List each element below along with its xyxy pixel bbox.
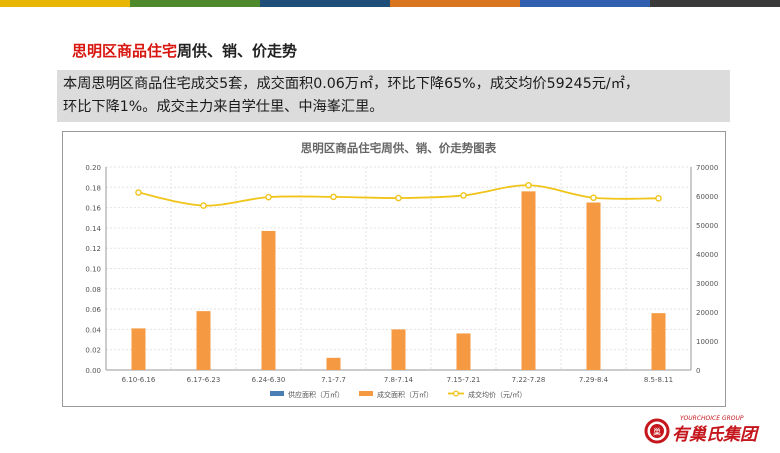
deal-area-bar [456,333,471,370]
deal-area-bar [391,329,406,370]
avg-price-point [200,202,207,209]
deal-area-bar [586,202,601,370]
deal-area-bar [261,230,276,370]
y-left-tick-label: 0.08 [85,286,101,294]
summary-line-1: 本周思明区商品住宅成交5套，成交面积0.06万㎡，环比下降65%，成交均价592… [63,76,640,92]
y-left-tick-label: 0.10 [85,266,101,274]
y-left-tick-label: 0.00 [85,367,101,375]
deal-area-bar [196,311,211,370]
legend-swatch-point [452,390,460,397]
y-right-tick-label: 60000 [696,193,718,201]
y-right-tick-label: 20000 [696,309,718,317]
legend-label-0: 供应面积（万㎡） [288,390,344,399]
heading-rest: 周供、销、价走势 [177,42,298,60]
avg-price-point [655,195,662,202]
legend-label-1: 成交面积（万㎡） [377,390,433,399]
x-tick-label: 6.10-6.16 [122,376,156,384]
y-right-tick-label: 40000 [696,251,718,259]
logo-name: 有巢氏集团 [672,425,760,445]
y-right-tick-label: 70000 [696,164,718,172]
legend-label-2: 成交均价（元/㎡） [468,390,526,399]
y-left-tick-label: 0.12 [85,245,101,253]
y-right-tick-label: 0 [696,367,700,375]
deal-area-bar [131,328,146,370]
logo-graphic: 巢 YOURCHOICE GROUP 有巢氏集团 [644,415,760,445]
y-left-tick-label: 0.16 [85,205,101,213]
x-tick-label: 6.24-6.30 [252,376,286,384]
y-right-tick-label: 10000 [696,338,718,346]
avg-price-point [590,194,597,202]
top-bar-segment-5 [650,0,780,7]
summary-line-2: 环比下降1%。成交主力来自学仕里、中海峯汇里。 [63,99,384,115]
x-tick-label: 6.17-6.23 [187,376,221,384]
top-bar-segment-4 [520,0,650,7]
top-color-bar [0,0,780,7]
legend-swatch-0 [270,391,284,396]
avg-price-point [135,189,142,196]
avg-price-point [265,193,272,201]
x-tick-label: 7.22-7.28 [512,376,546,384]
x-tick-label: 7.1-7.7 [321,376,346,384]
avg-price-point [460,192,467,199]
x-tick-label: 7.29-8.4 [579,376,609,384]
deal-area-bar [651,313,666,370]
top-bar-segment-1 [130,0,260,7]
chart-container: 思明区商品住宅周供、销、价走势图表 0.00 0.02 0.04 0.06 0.08 0.1… [62,131,726,407]
deal-area-bar [326,357,341,370]
y-left-tick-label: 0.04 [85,326,101,334]
top-bar-segment-3 [390,0,520,7]
x-tick-label: 7.15-7.21 [447,376,481,384]
y-left-tick-label: 0.14 [85,225,101,233]
avg-price-point [525,181,532,189]
y-left-tick-label: 0.20 [85,164,101,172]
company-logo: 巢 YOURCHOICE GROUP 有巢氏集团 [640,410,780,449]
page-heading: 思明区商品住宅周供、销、价走势 [72,40,297,61]
avg-price-point [395,194,402,202]
heading-highlight: 思明区商品住宅 [72,42,178,60]
y-left-tick-label: 0.18 [85,184,101,192]
logo-emblem-text: 巢 [653,427,661,437]
avg-price-point [330,193,337,201]
y-right-tick-label: 30000 [696,280,718,288]
legend-swatch-1 [359,391,373,396]
logo-subtitle: YOURCHOICE GROUP [680,415,744,422]
deal-area-bar [521,191,536,370]
x-tick-label: 7.8-7.14 [384,376,414,384]
summary-box: 本周思明区商品住宅成交5套，成交面积0.06万㎡，环比下降65%，成交均价592… [57,70,730,122]
top-bar-segment-2 [260,0,390,7]
top-bar-segment-0 [0,0,130,7]
chart-title: 思明区商品住宅周供、销、价走势图表 [301,141,497,155]
x-tick-label: 8.5-8.11 [644,376,673,384]
y-right-tick-label: 50000 [696,222,718,230]
y-left-tick-label: 0.02 [85,347,101,355]
y-left-tick-label: 0.06 [85,306,101,314]
combo-chart: 思明区商品住宅周供、销、价走势图表 0.00 0.02 0.04 0.06 0.08 0.1… [85,141,718,399]
